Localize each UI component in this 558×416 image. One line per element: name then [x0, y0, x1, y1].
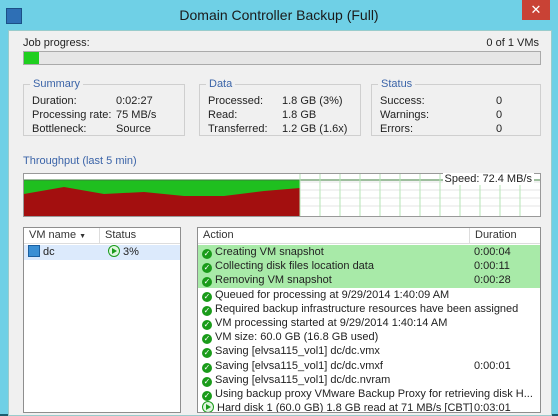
- action-duration: 0:00:11: [474, 260, 510, 273]
- action-text: Required backup infrastructure resources…: [215, 302, 519, 315]
- job-progress-label: Job progress:: [23, 37, 90, 49]
- action-duration: 0:03:01: [474, 402, 511, 413]
- vm-row-status: 3%: [123, 246, 139, 258]
- summary-duration-value: 0:02:27: [116, 95, 153, 107]
- action-text: Collecting disk files location data: [215, 260, 374, 273]
- status-errors-label: Errors:: [380, 123, 413, 135]
- check-icon: ✓: [202, 291, 212, 302]
- vm-icon: [28, 245, 40, 257]
- summary-duration-label: Duration:: [32, 95, 77, 107]
- summary-title: Summary: [30, 78, 84, 90]
- vm-name-column-header[interactable]: VM name ▼: [24, 228, 100, 243]
- action-row[interactable]: ✓ Collecting disk files location data 0:00…: [198, 259, 540, 275]
- data-transferred-value: 1.2 GB (1.6x): [282, 123, 348, 135]
- check-icon: ✓: [202, 376, 212, 387]
- check-icon: ✓: [202, 348, 212, 359]
- check-icon: ✓: [202, 305, 212, 316]
- check-icon: ✓: [202, 263, 212, 274]
- job-progress-fill: [24, 52, 40, 64]
- data-processed-label: Processed:: [208, 95, 264, 107]
- window-content: Job progress: 0 of 1 VMs Summary Duratio…: [8, 30, 552, 416]
- job-progress-count: 0 of 1 VMs: [486, 37, 539, 49]
- action-row[interactable]: ✓ Saving [elvsa115_vol1] dc/dc.vmx: [198, 344, 540, 359]
- status-warnings-value: 0: [496, 109, 503, 121]
- summary-bottleneck-value: Source: [116, 123, 151, 135]
- vm-list[interactable]: VM name ▼ Status dc 3%: [23, 227, 181, 413]
- action-duration: 0:00:01: [474, 359, 511, 372]
- data-read-value: 1.8 GB: [282, 109, 317, 121]
- check-icon: ✓: [202, 391, 212, 401]
- data-processed-value: 1.8 GB (3%): [282, 95, 343, 107]
- backup-window: Domain Controller Backup (Full) ✕ Job pr…: [0, 0, 558, 416]
- title-bar[interactable]: Domain Controller Backup (Full) ✕: [0, 0, 558, 30]
- status-errors-value: 0: [496, 123, 503, 135]
- window-title: Domain Controller Backup (Full): [179, 7, 379, 23]
- summary-rate-value: 75 MB/s: [116, 109, 157, 121]
- check-icon: ✓: [202, 362, 212, 373]
- action-text: VM size: 60.0 GB (16.8 GB used): [215, 331, 379, 344]
- data-transferred-label: Transferred:: [208, 123, 268, 135]
- data-group: Data Processed: 1.8 GB (3%) Read: 1.8 GB…: [199, 78, 361, 136]
- action-row[interactable]: ✓ Required backup infrastructure resource…: [198, 302, 540, 317]
- action-row[interactable]: ✓ Queued for processing at 9/29/2014 1:40…: [198, 288, 540, 303]
- speed-readout: Speed: 72.4 MB/s: [442, 173, 534, 185]
- summary-rate-label: Processing rate:: [32, 109, 112, 121]
- action-row[interactable]: ✓ Creating VM snapshot 0:00:04: [198, 245, 540, 260]
- status-success-label: Success:: [380, 95, 425, 107]
- data-title: Data: [206, 78, 236, 90]
- status-title: Status: [378, 78, 416, 90]
- data-read-label: Read:: [208, 109, 238, 121]
- vm-status-column-header[interactable]: Status: [100, 228, 179, 243]
- play-icon: [108, 245, 120, 257]
- play-icon: [202, 401, 214, 412]
- action-row[interactable]: Hard disk 1 (60.0 GB) 1.8 GB read at 71 …: [198, 401, 540, 413]
- check-icon: ✓: [202, 320, 212, 330]
- throughput-chart: Speed: 72.4 MB/s: [23, 173, 541, 217]
- job-progress-bar: [23, 51, 541, 65]
- action-list[interactable]: Action Duration ✓ Creating VM snapshot 0:0…: [197, 227, 541, 413]
- check-icon: ✓: [202, 277, 212, 288]
- action-row[interactable]: ✓ Using backup proxy VMware Backup Proxy …: [198, 387, 540, 402]
- action-row[interactable]: ✓ Saving [elvsa115_vol1] dc/dc.vmxf 0:00:0…: [198, 359, 540, 374]
- action-row[interactable]: ✓ VM processing started at 9/29/2014 1:40…: [198, 316, 540, 331]
- action-row[interactable]: ✓ VM size: 60.0 GB (16.8 GB used): [198, 330, 540, 345]
- status-warnings-label: Warnings:: [380, 109, 430, 121]
- action-text: Removing VM snapshot: [215, 274, 332, 287]
- action-duration: 0:00:04: [474, 246, 511, 258]
- vm-row-name: dc: [43, 246, 55, 258]
- action-list-header: Action Duration: [198, 228, 540, 244]
- vm-name-header-text: VM name: [29, 229, 77, 241]
- summary-group: Summary Duration: 0:02:27 Processing rat…: [23, 78, 185, 136]
- action-column-header[interactable]: Action: [198, 228, 470, 243]
- check-icon: ✓: [202, 334, 212, 345]
- action-duration: 0:00:28: [474, 274, 511, 287]
- summary-bottleneck-label: Bottleneck:: [32, 123, 87, 135]
- action-text: Saving [elvsa115_vol1] dc/dc.nvram: [215, 373, 391, 386]
- action-text: Saving [elvsa115_vol1] dc/dc.vmxf: [215, 359, 383, 372]
- check-icon: ✓: [202, 249, 212, 259]
- status-success-value: 0: [496, 95, 503, 107]
- throughput-title: Throughput (last 5 min): [23, 155, 137, 167]
- action-text: Saving [elvsa115_vol1] dc/dc.vmx: [215, 345, 380, 358]
- action-row[interactable]: ✓ Removing VM snapshot 0:00:28: [198, 273, 540, 289]
- action-text: Creating VM snapshot: [215, 246, 324, 258]
- vm-row[interactable]: dc 3%: [24, 245, 180, 260]
- action-text: Queued for processing at 9/29/2014 1:40:…: [215, 288, 450, 301]
- action-text: VM processing started at 9/29/2014 1:40:…: [215, 317, 448, 329]
- action-text: Hard disk 1 (60.0 GB) 1.8 GB read at 71 …: [217, 402, 473, 413]
- close-button[interactable]: ✕: [522, 0, 550, 20]
- vm-list-header: VM name ▼ Status: [24, 228, 180, 244]
- status-group: Status Success: 0 Warnings: 0 Errors: 0: [371, 78, 541, 136]
- duration-column-header[interactable]: Duration: [470, 228, 539, 243]
- action-row[interactable]: ✓ Saving [elvsa115_vol1] dc/dc.nvram: [198, 373, 540, 388]
- action-text: Using backup proxy VMware Backup Proxy f…: [215, 388, 533, 400]
- sort-arrow-icon: ▼: [79, 233, 87, 240]
